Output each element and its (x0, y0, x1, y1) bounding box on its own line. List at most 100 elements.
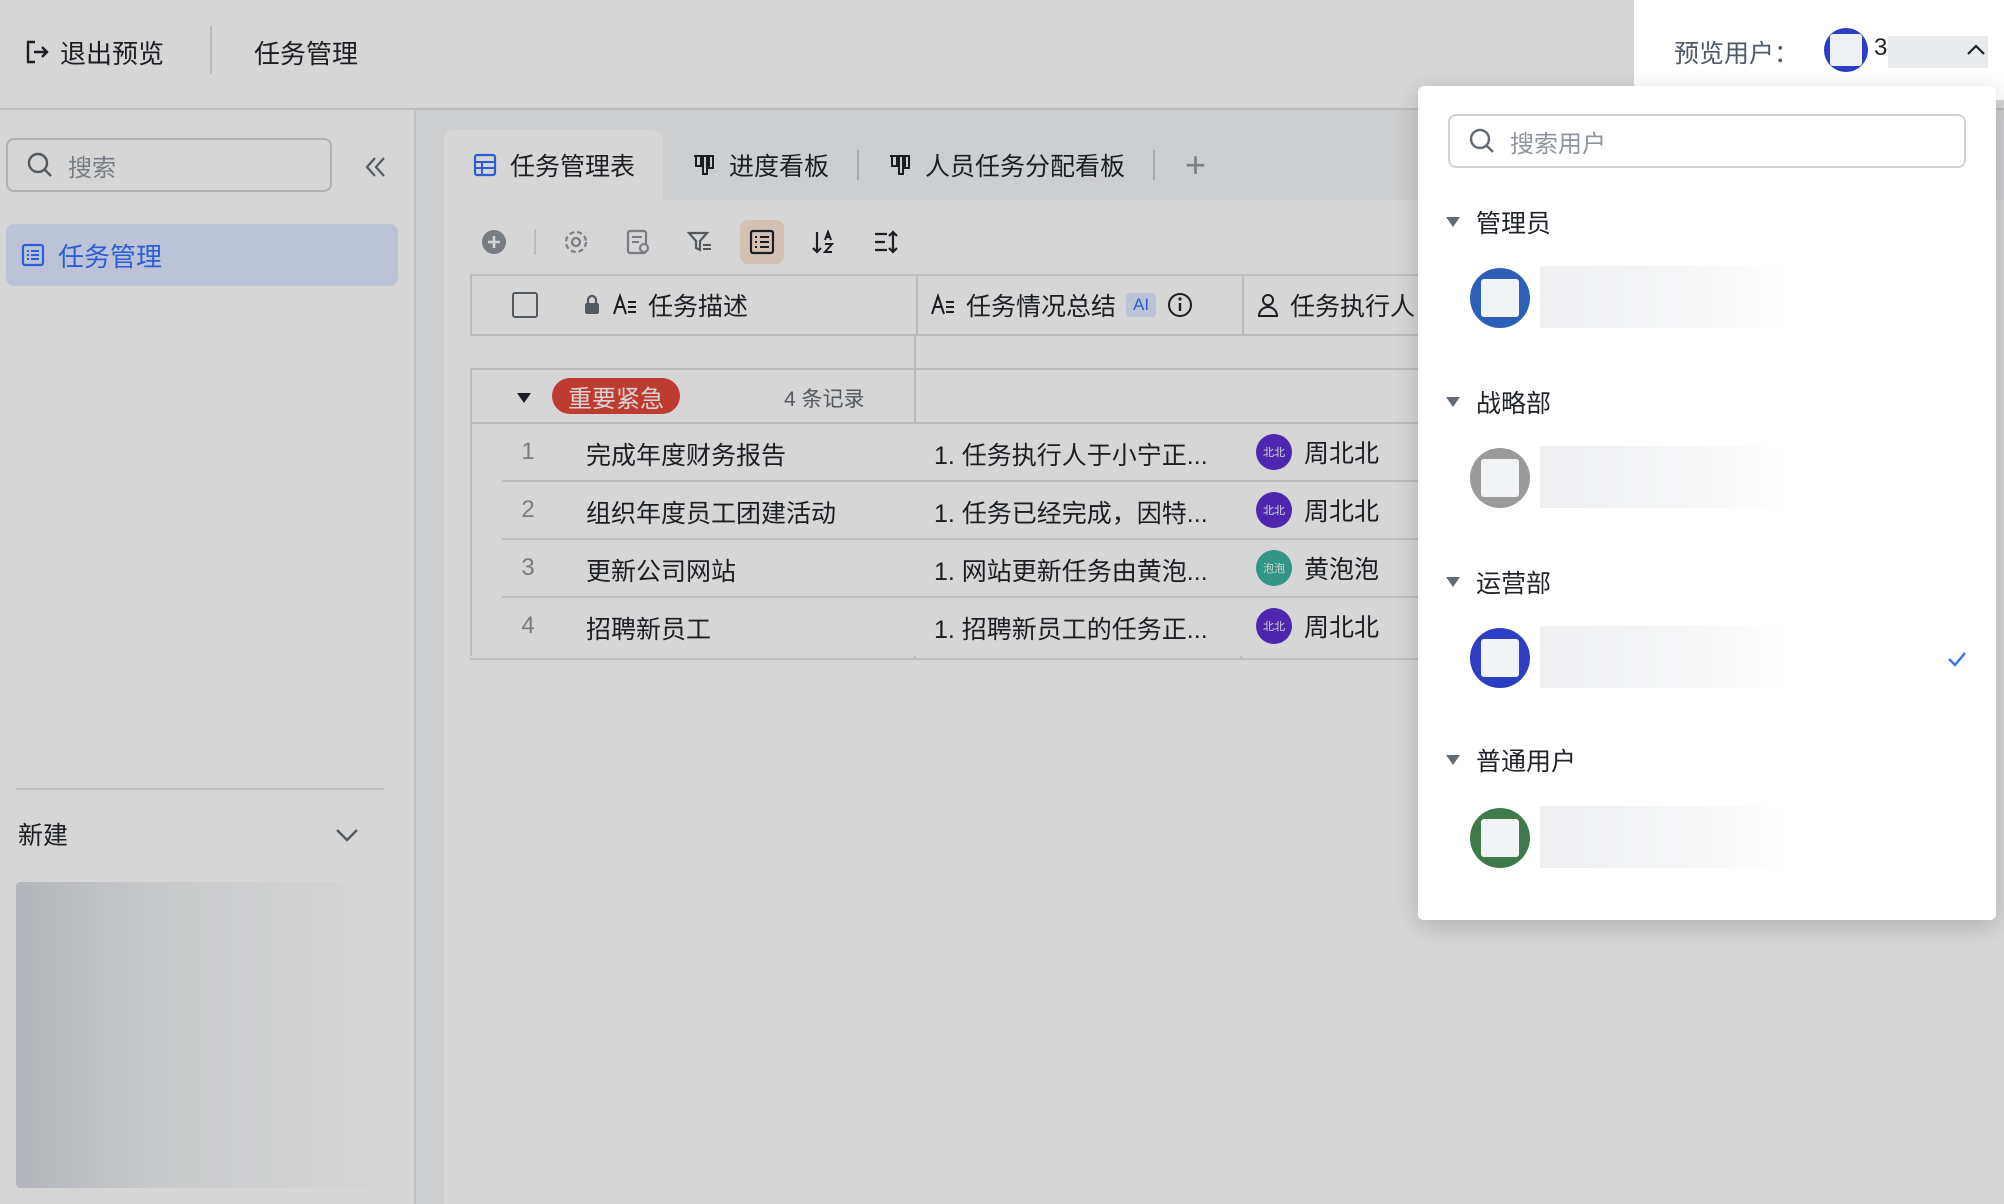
sidebar-item-task-management[interactable]: 任务管理 (6, 224, 398, 286)
column-divider (916, 276, 918, 334)
caret-down-icon[interactable] (516, 392, 532, 404)
info-icon[interactable] (1166, 291, 1194, 319)
cell-task[interactable]: 招聘新员工 (586, 610, 711, 646)
preview-user-label: 预览用户： (1674, 40, 1800, 68)
preview-user-selector[interactable]: 预览用户： 3 (1634, 0, 2004, 100)
group-button[interactable] (740, 220, 784, 264)
row-height-button[interactable] (864, 220, 908, 264)
avatar: 泡泡 (1256, 550, 1292, 586)
toolbar-separator (534, 229, 536, 255)
select-all-checkbox[interactable] (512, 276, 538, 334)
chevron-up-icon[interactable] (1964, 38, 1988, 62)
user-option[interactable] (1470, 806, 1996, 870)
tab-label: 人员任务分配看板 (925, 153, 1126, 181)
divider (210, 26, 212, 74)
view-toolbar (444, 216, 908, 268)
cell-task[interactable]: 组织年度员工团建活动 (586, 494, 836, 530)
sort-button[interactable] (802, 220, 846, 264)
tab-label: 进度看板 (729, 153, 830, 181)
row-number: 4 (521, 612, 535, 639)
group-record-count: 4 条记录 (784, 388, 865, 411)
assignee-name: 黄泡泡 (1304, 556, 1380, 584)
form-icon (626, 229, 649, 255)
group-label: 运营部 (1476, 570, 1552, 598)
avatar (1824, 28, 1868, 72)
cell-assignee[interactable]: 泡泡 黄泡泡 (1256, 550, 1379, 586)
column-divider (1242, 276, 1244, 334)
avatar (1470, 268, 1530, 328)
group-title-normal-users[interactable]: 普通用户 (1446, 742, 1576, 778)
column-header-task[interactable]: 任务描述 (582, 276, 748, 334)
collapse-sidebar-icon[interactable] (360, 152, 390, 182)
group-title-strategy[interactable]: 战略部 (1446, 384, 1551, 420)
exit-icon (26, 40, 49, 64)
text-field-icon (931, 293, 954, 315)
cell-assignee[interactable]: 北北 周北北 (1256, 434, 1379, 470)
tab-label: 任务管理表 (510, 153, 636, 181)
tab-task-table[interactable]: 任务管理表 (444, 130, 664, 200)
cell-assignee[interactable]: 北北 周北北 (1256, 608, 1379, 644)
app-window: 退出预览 任务管理 搜索 任务管理 新建 任务管理表 进度看板 人员任务分配看板… (0, 0, 2004, 1204)
assignee-name: 周北北 (1304, 440, 1380, 468)
column-header-assignee[interactable]: 任务执行人 (1256, 276, 1415, 334)
avatar (1470, 808, 1530, 868)
page-title: 任务管理 (254, 39, 359, 69)
caret-down-icon (1446, 217, 1460, 227)
sidebar-item-label: 任务管理 (58, 241, 163, 272)
checkbox[interactable] (512, 292, 538, 318)
user-dropdown: 搜索用户 管理员 战略部 运营部 普通用户 (1418, 86, 1996, 920)
table-list-icon (21, 243, 45, 267)
exit-preview-button[interactable]: 退出预览 (24, 28, 164, 76)
settings-button[interactable] (554, 220, 598, 264)
assignee-name: 周北北 (1304, 498, 1380, 526)
form-button[interactable] (616, 220, 660, 264)
user-search-input[interactable]: 搜索用户 (1448, 114, 1966, 168)
cell-summary[interactable]: 1. 招聘新员工的任务正... (934, 610, 1208, 646)
blurred-user-name (1540, 446, 1790, 508)
filter-icon (686, 231, 711, 252)
cell-task[interactable]: 完成年度财务报告 (586, 436, 786, 472)
blurred-user-name (1540, 626, 1790, 688)
column-divider (914, 370, 916, 426)
add-record-button[interactable] (472, 220, 516, 264)
row-number: 1 (521, 438, 535, 465)
tab-assignment-board[interactable]: 人员任务分配看板 (859, 130, 1153, 200)
kanban-icon (694, 155, 715, 175)
cell-summary[interactable]: 1. 网站更新任务由黄泡... (934, 552, 1208, 588)
add-view-button[interactable]: + (1155, 144, 1236, 186)
user-search-placeholder: 搜索用户 (1510, 130, 1606, 158)
tab-progress-board[interactable]: 进度看板 (663, 130, 857, 200)
avatar (1470, 448, 1530, 508)
avatar: 北北 (1256, 608, 1292, 644)
user-option-selected[interactable] (1470, 626, 1996, 690)
user-option[interactable] (1470, 266, 1996, 330)
lock-icon (585, 294, 599, 314)
column-label: 任务执行人 (1290, 293, 1416, 321)
group-title-admin[interactable]: 管理员 (1446, 204, 1551, 240)
column-header-summary[interactable]: 任务情况总结 AI (930, 276, 1194, 334)
cell-summary[interactable]: 1. 任务已经完成，因特... (934, 494, 1208, 530)
avatar: 北北 (1256, 492, 1292, 528)
row-number: 3 (521, 554, 535, 581)
cell-assignee[interactable]: 北北 周北北 (1256, 492, 1379, 528)
person-icon (1257, 294, 1279, 317)
cell-summary[interactable]: 1. 任务执行人于小宁正... (934, 436, 1208, 472)
search-icon (27, 152, 52, 177)
filter-button[interactable] (678, 220, 722, 264)
sort-icon (812, 229, 835, 254)
column-label: 任务描述 (648, 293, 749, 321)
caret-down-icon (1446, 397, 1460, 407)
sidebar-search-input[interactable]: 搜索 (6, 138, 332, 192)
new-section-label[interactable]: 新建 (18, 816, 68, 852)
caret-down-icon (1446, 755, 1460, 765)
group-title-operations[interactable]: 运营部 (1446, 564, 1551, 600)
list-view-icon (749, 229, 775, 255)
view-tab-bar: 任务管理表 进度看板 人员任务分配看板 + (444, 130, 1236, 200)
cell-task[interactable]: 更新公司网站 (586, 552, 736, 588)
chevron-down-icon[interactable] (332, 820, 362, 850)
ai-badge: AI (1126, 293, 1157, 317)
blurred-content (16, 882, 388, 1188)
table-icon (473, 153, 497, 177)
group-tag: 重要紧急 (552, 378, 680, 414)
user-option[interactable] (1470, 446, 1996, 510)
